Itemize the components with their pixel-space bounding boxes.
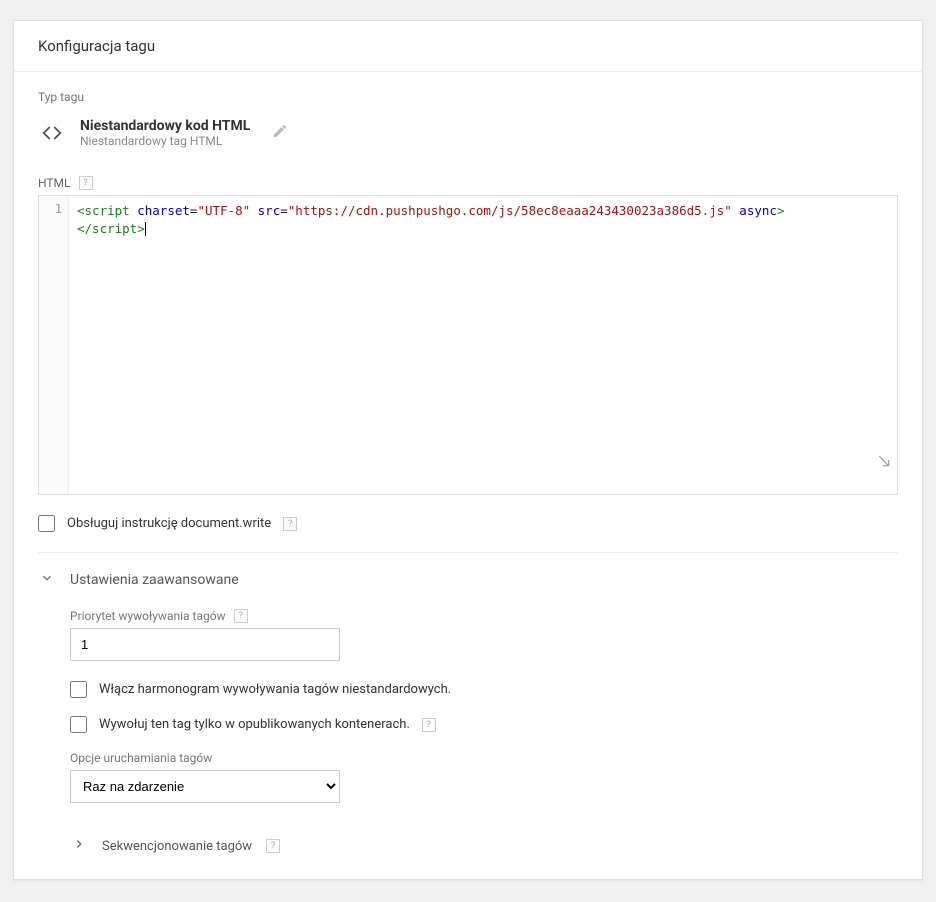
priority-label-row: Priorytet wywoływania tagów ? xyxy=(70,609,898,623)
sequencing-toggle[interactable]: Sekwencjonowanie tagów ? xyxy=(70,837,898,855)
docwrite-row: Obsługuj instrukcję document.write ? xyxy=(38,515,898,532)
published-only-checkbox[interactable] xyxy=(70,716,87,733)
chevron-down-icon xyxy=(38,571,56,589)
help-icon[interactable]: ? xyxy=(79,176,93,190)
tag-type-row[interactable]: Niestandardowy kod HTML Niestandardowy t… xyxy=(38,118,898,148)
help-icon[interactable]: ? xyxy=(266,839,280,853)
html-label: HTML xyxy=(38,176,71,190)
schedule-label: Włącz harmonogram wywoływania tagów nies… xyxy=(99,682,451,697)
tag-type-subtitle: Niestandardowy tag HTML xyxy=(80,134,250,148)
sequencing-label: Sekwencjonowanie tagów xyxy=(102,839,252,854)
html-label-row: HTML ? xyxy=(38,176,898,190)
docwrite-checkbox[interactable] xyxy=(38,515,55,532)
tag-type-title: Niestandardowy kod HTML xyxy=(80,118,250,134)
tag-type-section-label: Typ tagu xyxy=(38,90,898,104)
line-gutter: 1 xyxy=(39,196,69,494)
tag-config-card: Konfiguracja tagu Typ tagu Niestandardow… xyxy=(13,20,923,880)
chevron-right-icon xyxy=(70,837,88,855)
firing-options-select[interactable]: Raz na zdarzenie xyxy=(70,770,340,803)
help-icon[interactable]: ? xyxy=(234,609,248,623)
code-area[interactable]: <script charset="UTF-8" src="https://cdn… xyxy=(69,196,897,494)
published-only-row: Wywołuj ten tag tylko w opublikowanych k… xyxy=(70,716,898,733)
code-icon xyxy=(38,119,66,147)
advanced-toggle[interactable]: Ustawienia zaawansowane xyxy=(38,571,898,589)
firing-options-row: Raz na zdarzenie xyxy=(70,770,898,803)
advanced-title: Ustawienia zaawansowane xyxy=(70,572,239,588)
help-icon[interactable]: ? xyxy=(422,718,436,732)
help-icon[interactable]: ? xyxy=(283,517,297,531)
pencil-icon[interactable] xyxy=(272,123,288,143)
published-only-label: Wywołuj ten tag tylko w opublikowanych k… xyxy=(99,717,410,732)
card-body: Typ tagu Niestandardowy kod HTML Niestan… xyxy=(14,72,922,879)
advanced-section: Ustawienia zaawansowane Priorytet wywoły… xyxy=(38,552,898,855)
html-code-editor[interactable]: 1 <script charset="UTF-8" src="https://c… xyxy=(38,195,898,495)
schedule-row: Włącz harmonogram wywoływania tagów nies… xyxy=(70,681,898,698)
docwrite-label: Obsługuj instrukcję document.write xyxy=(67,516,271,531)
priority-input[interactable] xyxy=(70,628,340,661)
schedule-checkbox[interactable] xyxy=(70,681,87,698)
advanced-body: Priorytet wywoływania tagów ? Włącz harm… xyxy=(38,609,898,855)
line-number: 1 xyxy=(55,202,62,216)
firing-options-label: Opcje uruchamiania tagów xyxy=(70,751,898,765)
resize-handle-icon[interactable] xyxy=(802,437,891,491)
priority-label: Priorytet wywoływania tagów xyxy=(70,609,226,623)
card-title: Konfiguracja tagu xyxy=(14,21,922,72)
